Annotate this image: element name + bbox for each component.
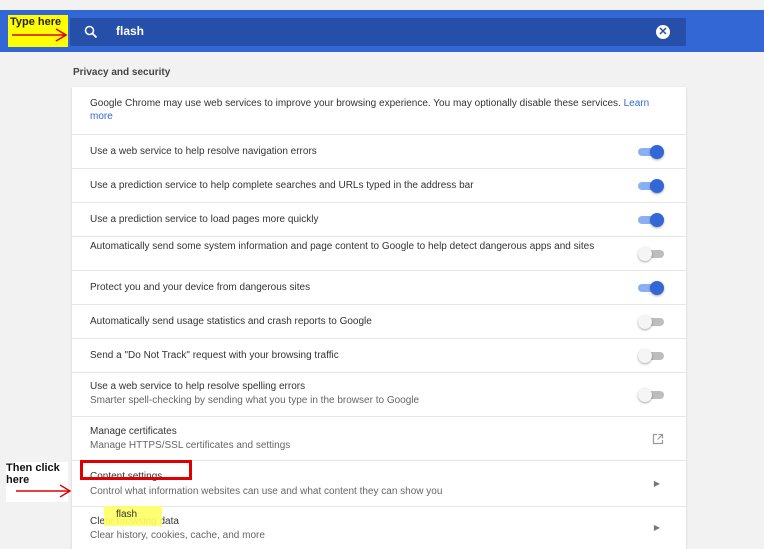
row-usage-statistics[interactable]: Automatically send usage statistics and … [72, 305, 686, 339]
row-label: Manage certificates [90, 426, 177, 437]
row-sublabel: Manage HTTPS/SSL certificates and settin… [90, 440, 291, 451]
row-label: Automatically send usage statistics and … [90, 316, 372, 327]
row-intro: Google Chrome may use web services to im… [72, 87, 686, 135]
dangerous-apps-toggle[interactable] [638, 246, 664, 262]
row-navigation-errors[interactable]: Use a web service to help resolve naviga… [72, 135, 686, 169]
search-input[interactable]: flash [116, 24, 144, 38]
search-box[interactable]: flash ✕ [70, 18, 686, 46]
row-label: Automatically send some system informati… [90, 241, 595, 252]
row-clear-browsing-data[interactable]: Clear browsing data Clear history, cooki… [72, 507, 686, 549]
do-not-track-toggle[interactable] [638, 348, 664, 364]
intro-text: Google Chrome may use web services to im… [90, 97, 670, 123]
chevron-right-icon: ▶ [653, 479, 660, 488]
row-label: Use a web service to help resolve naviga… [90, 146, 317, 157]
row-label: Use a prediction service to help complet… [90, 180, 474, 191]
then-click-arrow-icon [16, 484, 72, 498]
spelling-errors-toggle[interactable] [638, 387, 664, 403]
row-dangerous-sites[interactable]: Protect you and your device from dangero… [72, 271, 686, 305]
row-sublabel: Smarter spell-checking by sending what y… [90, 395, 420, 406]
flash-search-tooltip: flash [104, 506, 162, 526]
prediction-search-toggle[interactable] [638, 178, 664, 194]
type-here-arrow-icon [12, 28, 68, 42]
row-spelling-errors[interactable]: Use a web service to help resolve spelli… [72, 373, 686, 417]
row-prediction-search[interactable]: Use a prediction service to help complet… [72, 169, 686, 203]
row-do-not-track[interactable]: Send a "Do Not Track" request with your … [72, 339, 686, 373]
external-link-icon[interactable] [652, 433, 664, 445]
row-manage-certificates[interactable]: Manage certificates Manage HTTPS/SSL cer… [72, 417, 686, 461]
row-label: Use a web service to help resolve spelli… [90, 381, 306, 392]
row-label: Protect you and your device from dangero… [90, 282, 311, 293]
navigation-errors-toggle[interactable] [638, 144, 664, 160]
row-sublabel: Clear history, cookies, cache, and more [90, 530, 265, 541]
row-dangerous-apps[interactable]: Automatically send some system informati… [72, 237, 686, 271]
flash-tip-label: flash [116, 509, 138, 520]
row-label: Use a prediction service to load pages m… [90, 214, 319, 225]
intro-text-body: Google Chrome may use web services to im… [90, 98, 621, 109]
row-sublabel: Control what information websites can us… [90, 486, 443, 497]
privacy-card: Google Chrome may use web services to im… [72, 87, 686, 549]
usage-statistics-toggle[interactable] [638, 314, 664, 330]
dangerous-sites-toggle[interactable] [638, 280, 664, 296]
row-label: Send a "Do Not Track" request with your … [90, 350, 339, 361]
row-prediction-pages[interactable]: Use a prediction service to load pages m… [72, 203, 686, 237]
close-circle-icon[interactable]: ✕ [656, 25, 670, 39]
search-icon [84, 25, 98, 39]
prediction-pages-toggle[interactable] [638, 212, 664, 228]
content-settings-highlight [80, 460, 192, 480]
chevron-right-icon: ▶ [653, 523, 660, 532]
section-title: Privacy and security [73, 67, 171, 78]
